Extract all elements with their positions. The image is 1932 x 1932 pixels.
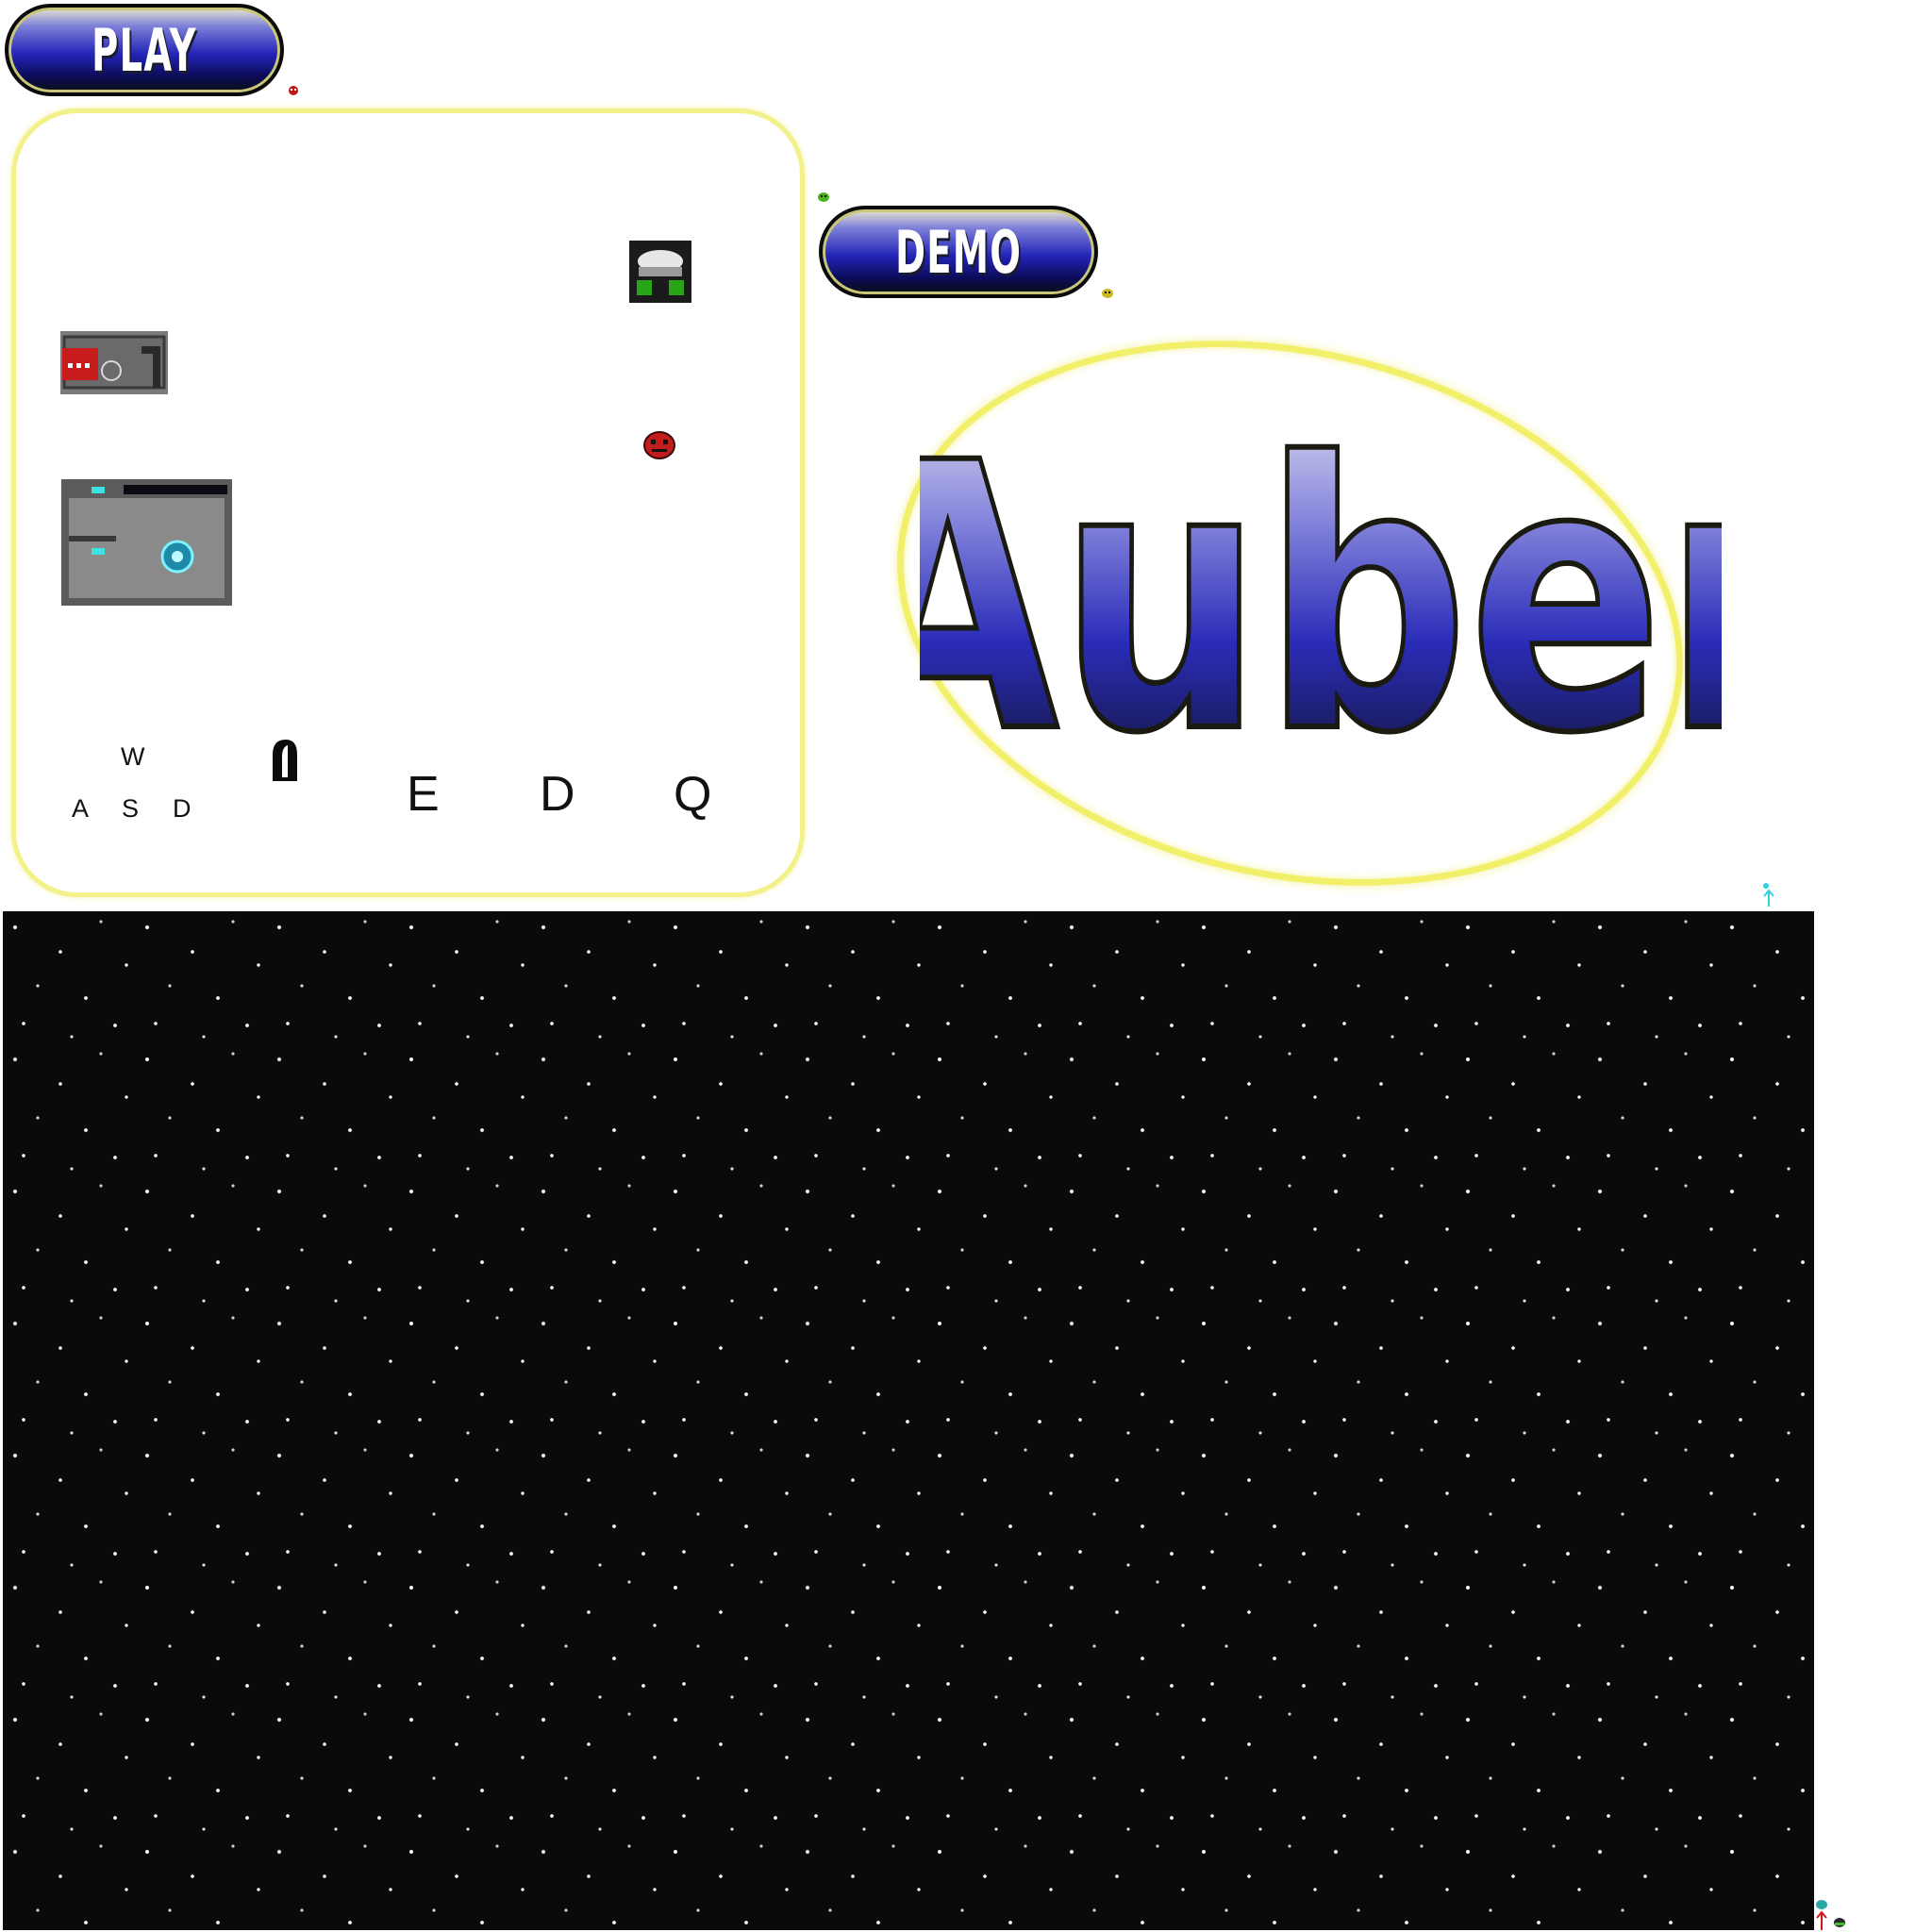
demo-button[interactable]: DEMO [819,206,1098,298]
key-a: A [72,794,90,823]
game-logo: Auber [920,415,1722,774]
small-yellow-alien-icon [1102,289,1113,298]
controls-panel: W A S D E D Q [11,108,805,897]
logo-text: Auber [920,415,1722,774]
play-button-label: PLAY [92,15,197,85]
key-s: S [122,794,140,823]
key-w: W [121,742,145,771]
small-green-alien-icon [818,192,829,202]
key-q: Q [674,767,712,822]
play-button[interactable]: PLAY [5,4,284,96]
legend-sprites-icon [1816,1900,1845,1930]
spaceship-icon [629,241,691,303]
key-d-action: D [540,767,575,822]
red-alien-icon [643,431,675,459]
game-canvas-starfield[interactable] [3,911,1814,1930]
small-red-alien-icon [289,86,298,95]
key-e: E [407,767,440,822]
red-player-sprite-icon [60,331,168,394]
station-room-icon [61,479,232,606]
logo-svg: Auber [920,415,1722,774]
key-d: D [173,794,192,823]
demo-button-label: DEMO [894,217,1023,287]
mouse-click-icon [273,740,297,781]
cyan-arrow-icon [1763,883,1774,907]
